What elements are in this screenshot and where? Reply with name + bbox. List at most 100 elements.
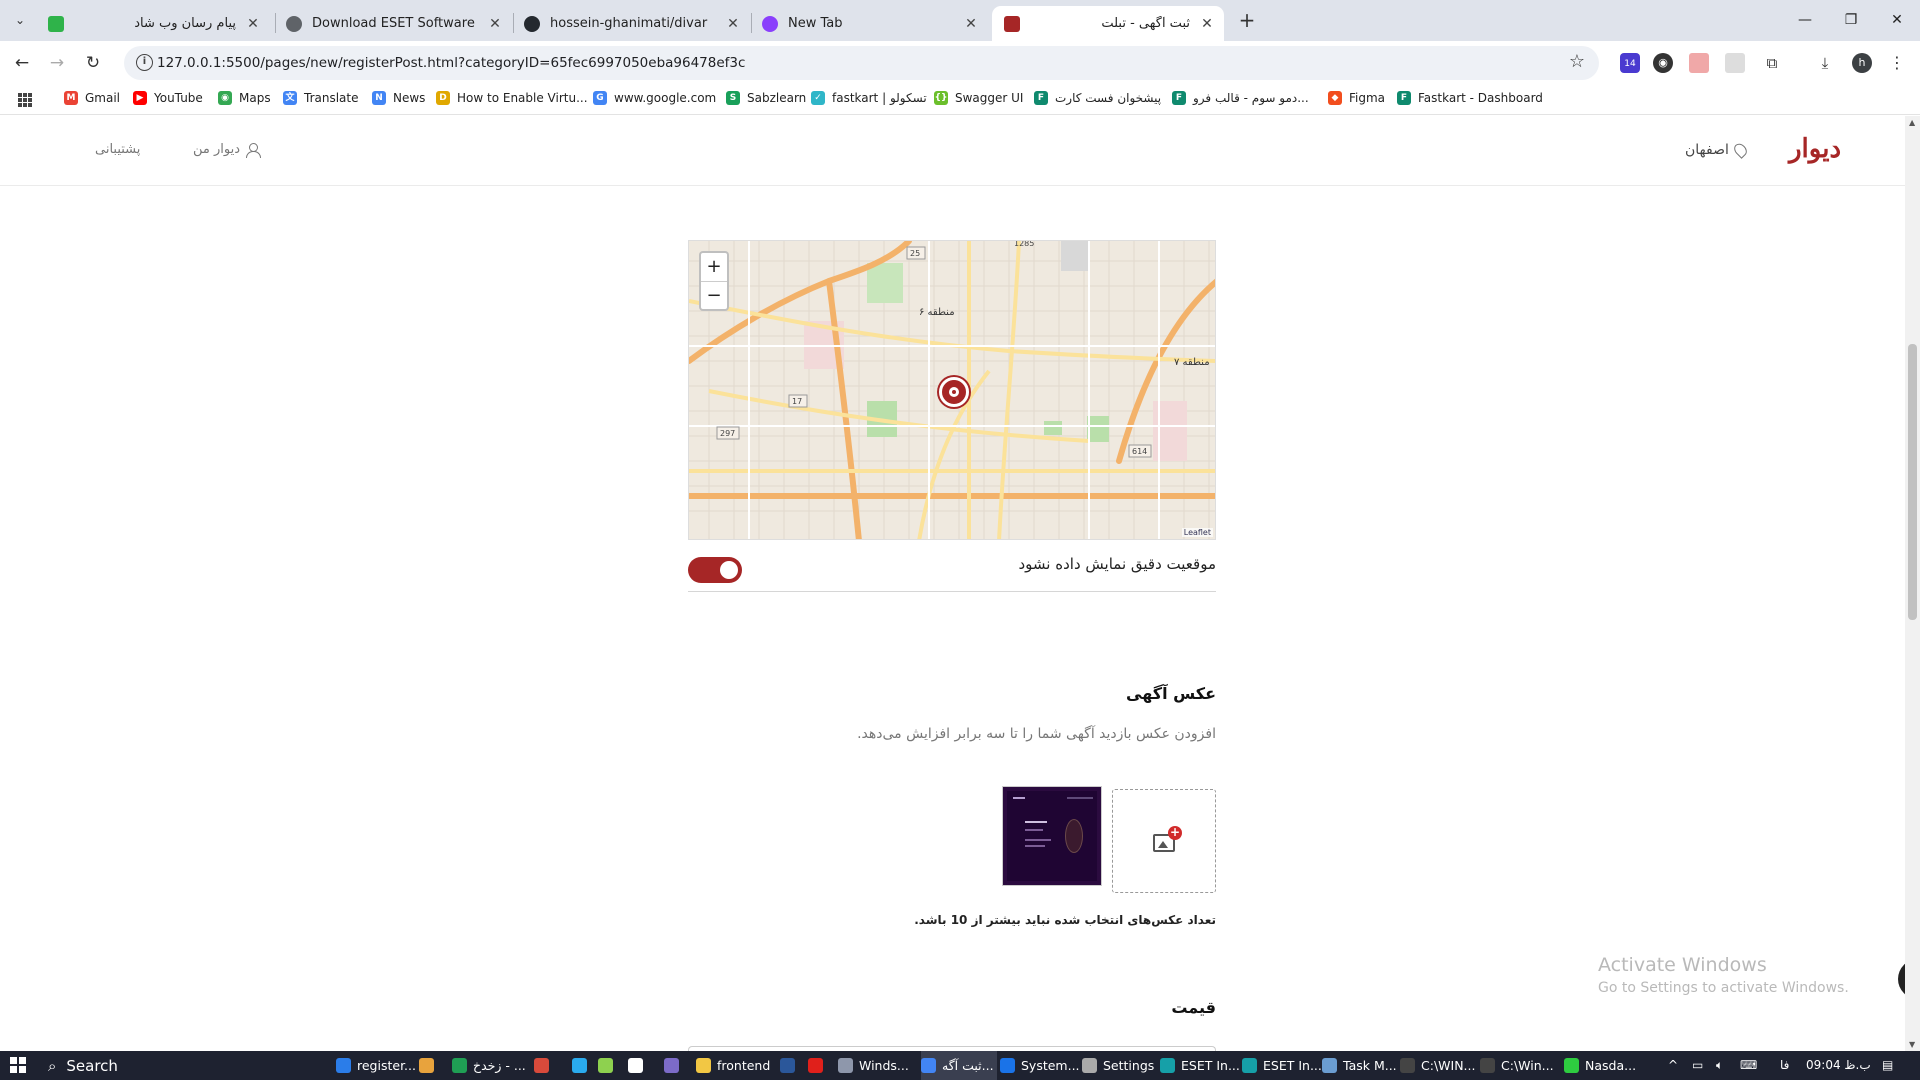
bookmark-item[interactable]: F پیشخوان فست کارت <box>1034 91 1161 105</box>
reload-button[interactable]: ↻ <box>80 50 106 76</box>
taskbar-app[interactable]: register... <box>336 1051 416 1080</box>
taskbar-app-label: Settings <box>1103 1058 1155 1073</box>
bookmark-item[interactable]: ◉ Maps <box>218 91 271 105</box>
bookmark-item[interactable]: Gwww.google.com <box>593 91 716 105</box>
taskbar-app[interactable]: ESET In... <box>1160 1051 1240 1080</box>
language-indicator[interactable]: فا <box>1780 1058 1789 1072</box>
site-info-icon[interactable]: i <box>136 54 153 71</box>
add-photo-button[interactable]: + <box>1112 789 1216 893</box>
uploaded-photo-thumbnail[interactable] <box>1002 786 1102 886</box>
scroll-down-arrow-icon[interactable]: ▼ <box>1909 1040 1915 1049</box>
bookmark-item[interactable]: S Sabzlearn <box>726 91 806 105</box>
page-viewport: دیوار اصفهان دیوار من پشتیبانی منطقه ۶ م… <box>0 116 1905 1051</box>
bookmark-item[interactable]: ◆ Figma <box>1328 91 1385 105</box>
restore-button[interactable]: ❐ <box>1828 0 1874 41</box>
keyboard-icon[interactable]: ⌨ <box>1740 1058 1757 1072</box>
tab-github[interactable]: hossein-ghanimati/divar ✕ <box>524 6 742 41</box>
tab-eset[interactable]: Download ESET Software ✕ <box>286 6 504 41</box>
taskbar-app[interactable] <box>534 1051 560 1080</box>
taskbar-app-label: Winds... <box>859 1058 909 1073</box>
volume-icon[interactable]: 🔈︎ <box>1716 1058 1723 1073</box>
taskbar-app[interactable]: ثبت آگه... <box>921 1051 997 1080</box>
my-divar-link[interactable]: دیوار من <box>193 142 262 158</box>
support-link[interactable]: پشتیبانی <box>95 142 140 157</box>
divar-logo[interactable]: دیوار <box>1789 134 1841 164</box>
taskbar-app[interactable]: C:\WIN... <box>1400 1051 1476 1080</box>
close-tab-icon[interactable]: ✕ <box>1198 16 1216 32</box>
bookmark-item[interactable]: F Fastkart - Dashboard <box>1397 91 1543 105</box>
minimize-button[interactable]: — <box>1782 0 1828 41</box>
taskbar-app[interactable]: Winds... <box>838 1051 916 1080</box>
extension-icon[interactable]: 14 <box>1620 53 1640 73</box>
bookmark-item[interactable]: M Gmail <box>64 91 120 105</box>
page-scrollbar[interactable]: ▲ ▼ <box>1905 116 1920 1051</box>
tab-shad[interactable]: پیام رسان وب شاد ✕ <box>44 6 266 41</box>
close-tab-icon[interactable]: ✕ <box>724 16 742 32</box>
leaflet-attribution[interactable]: Leaflet <box>1181 528 1213 537</box>
menu-kebab-icon[interactable]: ⋮ <box>1887 53 1907 73</box>
taskbar-app[interactable]: Task M... <box>1322 1051 1397 1080</box>
taskbar-app[interactable] <box>572 1051 596 1080</box>
taskbar-app-icon <box>921 1058 936 1073</box>
tab-new-tab[interactable]: New Tab ✕ <box>762 6 980 41</box>
tab-search-button[interactable]: ⌄ <box>9 9 31 31</box>
close-tab-icon[interactable]: ✕ <box>486 16 504 32</box>
taskbar-app[interactable]: System... <box>1000 1051 1080 1080</box>
photos-description: افزودن عکس بازدید آگهی شما را تا سه براب… <box>857 726 1216 742</box>
notifications-icon[interactable]: ▤ <box>1882 1058 1893 1072</box>
taskbar-search[interactable]: ⌕ Search <box>40 1051 290 1080</box>
apps-grid-icon[interactable] <box>18 93 32 107</box>
taskbar-app[interactable]: frontend <box>696 1051 774 1080</box>
profile-avatar[interactable]: h <box>1852 53 1872 73</box>
taskbar-app[interactable]: ESET In... <box>1242 1051 1322 1080</box>
bookmark-item[interactable]: D How to Enable Virtu... <box>436 91 588 105</box>
taskbar-app[interactable] <box>628 1051 654 1080</box>
network-icon[interactable]: ▭ <box>1692 1058 1703 1072</box>
bookmark-item[interactable]: F دمو سوم - قالب فرو... <box>1172 91 1309 105</box>
bookmark-item[interactable]: ▶ YouTube <box>133 91 203 105</box>
extension-icon[interactable] <box>1725 53 1745 73</box>
tab-register-post[interactable]: ثبت آگهی - تبلت ✕ <box>992 6 1224 41</box>
bookmark-star-icon[interactable]: ☆ <box>1569 51 1585 72</box>
bookmark-item[interactable]: ✓ fastkart | تسکولو <box>811 91 927 105</box>
bookmark-item[interactable]: {} Swagger UI <box>934 91 1023 105</box>
location-map[interactable]: منطقه ۶ منطقه ۷ 25 17 297 614 1285 + − L… <box>688 240 1216 540</box>
close-window-button[interactable]: ✕ <box>1874 0 1920 41</box>
close-tab-icon[interactable]: ✕ <box>962 16 980 32</box>
bookmark-favicon-icon: N <box>372 91 386 105</box>
taskbar-search-label: Search <box>66 1056 118 1075</box>
taskbar-app[interactable] <box>808 1051 832 1080</box>
windows-start-icon[interactable] <box>10 1057 26 1073</box>
watermark-line-1: Activate Windows <box>1598 954 1767 976</box>
scroll-up-arrow-icon[interactable]: ▲ <box>1909 118 1915 127</box>
new-tab-button[interactable]: + <box>1233 7 1261 35</box>
forward-button[interactable]: → <box>44 50 70 76</box>
bookmark-item[interactable]: N News <box>372 91 425 105</box>
tray-chevron-icon[interactable]: ^ <box>1668 1058 1678 1072</box>
close-tab-icon[interactable]: ✕ <box>244 16 262 32</box>
city-selector[interactable]: اصفهان <box>1685 141 1750 159</box>
scrollbar-thumb[interactable] <box>1908 344 1917 620</box>
extensions-puzzle-icon[interactable]: ⧉ <box>1762 53 1782 73</box>
taskbar-app[interactable]: C:\Win... <box>1480 1051 1556 1080</box>
taskbar-app[interactable] <box>419 1051 445 1080</box>
zoom-in-button[interactable]: + <box>701 253 727 281</box>
taskbar-app[interactable] <box>780 1051 804 1080</box>
taskbar-app[interactable]: زخدخ - ... <box>452 1051 534 1080</box>
taskbar-app[interactable]: Nasda... <box>1564 1051 1644 1080</box>
address-bar[interactable]: i 127.0.0.1:5500/pages/new/registerPost.… <box>124 46 1599 80</box>
clock[interactable]: 09:04 ب.ظ <box>1806 1058 1871 1072</box>
taskbar-app[interactable] <box>664 1051 690 1080</box>
zoom-out-button[interactable]: − <box>701 281 727 309</box>
download-icon[interactable]: ⤓ <box>1815 53 1835 73</box>
back-button[interactable]: ← <box>9 50 35 76</box>
taskbar-app-icon <box>628 1058 643 1073</box>
bookmark-item[interactable]: 文 Translate <box>283 91 359 105</box>
exact-location-toggle[interactable] <box>688 557 742 583</box>
location-marker-icon[interactable] <box>939 377 969 407</box>
taskbar-app[interactable]: Settings <box>1082 1051 1154 1080</box>
chat-widget-button[interactable] <box>1898 959 1905 999</box>
extension-icon[interactable]: ◉ <box>1653 53 1673 73</box>
extension-icon[interactable] <box>1689 53 1709 73</box>
taskbar-app[interactable] <box>598 1051 622 1080</box>
